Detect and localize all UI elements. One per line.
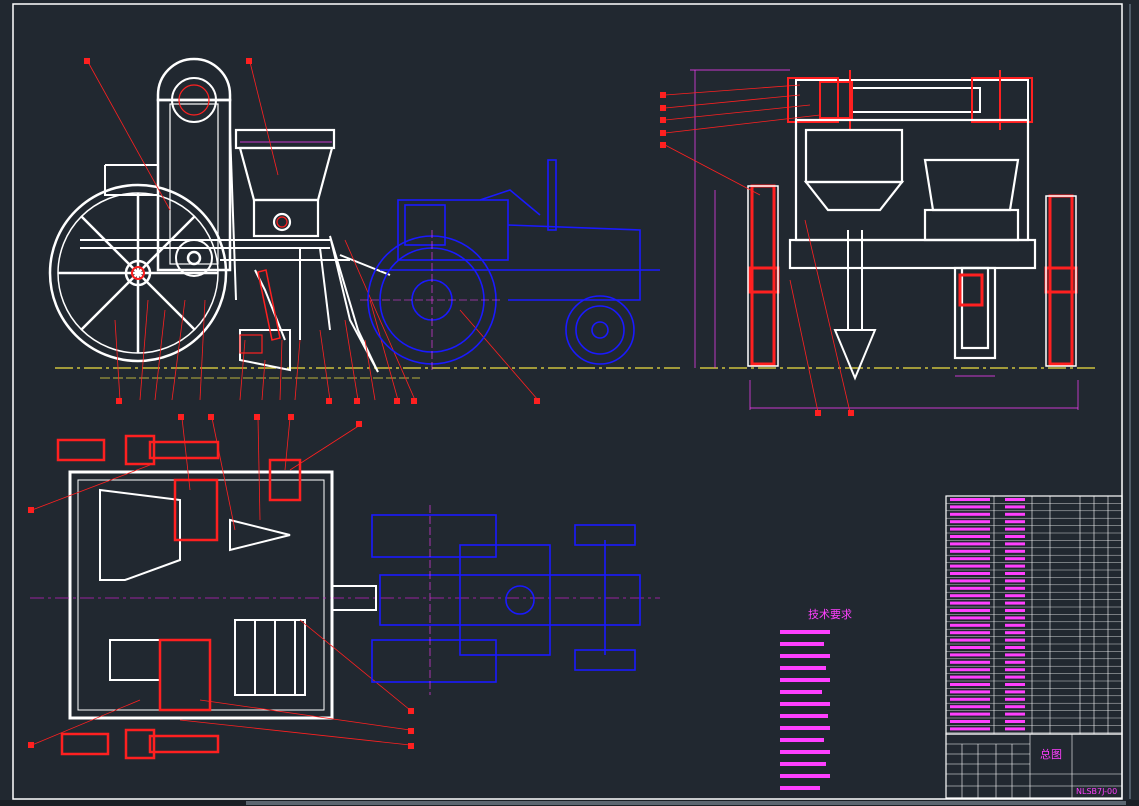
parts-row-code-mark (950, 675, 990, 679)
title-block: 总图 NLSB7J-00 (945, 733, 1123, 799)
parts-row-name-mark (1005, 542, 1025, 546)
parts-row-name-mark (1005, 594, 1025, 598)
side-view (48, 57, 680, 404)
parts-row-name-mark (1005, 535, 1025, 538)
top-view (28, 414, 660, 760)
parts-row-name-mark (1005, 498, 1025, 501)
front-beam (788, 238, 1037, 360)
parts-row-name-mark (1005, 668, 1025, 672)
parts-row-name-mark (1005, 557, 1025, 561)
parts-row-code-mark (950, 705, 990, 709)
parts-row-name-mark (1005, 683, 1025, 686)
parts-row-name-mark (1005, 512, 1025, 516)
top-hopper (99, 488, 306, 696)
parts-row-code-mark (950, 646, 990, 649)
drawing-frame (12, 3, 1123, 800)
parts-row-name-mark (1005, 660, 1025, 664)
parts-list-rows (946, 498, 1122, 733)
parts-row-name-mark (1005, 727, 1025, 731)
parts-row-code-mark (950, 668, 990, 672)
parts-row-code-mark (950, 690, 990, 694)
parts-row-code-mark (950, 512, 990, 516)
top-leaders (31, 417, 411, 746)
parts-row-name-mark (1005, 601, 1025, 605)
front-view (660, 69, 1095, 416)
ground-wheel (48, 183, 228, 363)
parts-row-code-mark (950, 505, 990, 509)
parts-row-name-mark (1005, 697, 1025, 701)
parts-row-code-mark (950, 712, 990, 716)
parts-row-name-mark (1005, 564, 1025, 568)
parts-row-code-mark (950, 498, 990, 501)
parts-row-code-mark (950, 683, 990, 686)
parts-row-name-mark (1005, 675, 1025, 679)
parts-list (945, 495, 1123, 735)
parts-row-code-mark (950, 535, 990, 538)
parts-row-code-mark (950, 631, 990, 635)
parts-row-code-mark (950, 572, 990, 575)
parts-row-name-mark (1005, 646, 1025, 649)
parts-row-code-mark (950, 527, 990, 531)
parts-row-code-mark (950, 564, 990, 568)
parts-row-name-mark (1005, 712, 1025, 716)
front-hoppers (794, 118, 1030, 242)
parts-row-name-mark (1005, 586, 1025, 590)
parts-row-name-mark (1005, 609, 1025, 612)
opener-shoe (239, 269, 291, 372)
parts-row-code-mark (950, 594, 990, 598)
parts-row-name-mark (1005, 653, 1025, 657)
parts-row-code-mark (950, 557, 990, 561)
parts-row-name-mark (1005, 705, 1025, 709)
metering-wheel-red (276, 216, 288, 228)
parts-row-code-mark (950, 542, 990, 546)
horizontal-scrollbar[interactable] (0, 800, 1139, 806)
cad-drawing-canvas[interactable]: 技术要求 总图 NLSB7J-00 (0, 0, 1139, 806)
top-balloons (28, 414, 414, 749)
parts-row-name-mark (1005, 549, 1025, 553)
parts-row-code-mark (950, 660, 990, 664)
parts-row-code-mark (950, 697, 990, 701)
parts-row-name-mark (1005, 527, 1025, 531)
drawing-number: NLSB7J-00 (1076, 787, 1117, 796)
parts-row-name-mark (1005, 505, 1025, 509)
parts-row-code-mark (950, 520, 990, 524)
parts-row-code-mark (950, 549, 990, 553)
top-frame (68, 470, 334, 720)
parts-row-name-mark (1005, 520, 1025, 524)
top-shaft (795, 79, 1029, 121)
notes-lines (780, 630, 830, 790)
notes-heading: 技术要求 (808, 608, 852, 621)
front-opener (833, 230, 877, 381)
side-leaders (87, 61, 539, 401)
parts-row-name-mark (1005, 616, 1025, 620)
front-wheel-outline (747, 185, 1077, 367)
parts-row-code-mark (950, 638, 990, 642)
fertilizer-hopper (234, 128, 336, 238)
parts-row-code-mark (950, 623, 990, 627)
parts-row-code-mark (950, 586, 990, 590)
drawing-name: 总图 (1040, 747, 1062, 761)
parts-row-code-mark (950, 601, 990, 605)
parts-row-name-mark (1005, 572, 1025, 575)
scrollbar-thumb[interactable] (246, 801, 1126, 805)
parts-row-code-mark (950, 579, 990, 583)
tractor-side (367, 159, 660, 365)
parts-row-name-mark (1005, 690, 1025, 694)
technical-notes: 技术要求 (780, 608, 852, 790)
parts-row-name-mark (1005, 623, 1025, 627)
top-frame-inner (77, 479, 325, 711)
parts-row-code-mark (950, 609, 990, 612)
parts-row-code-mark (950, 616, 990, 620)
parts-row-name-mark (1005, 631, 1025, 635)
parts-row-name-mark (1005, 638, 1025, 642)
parts-row-name-mark (1005, 720, 1025, 723)
press-wheel-red (239, 334, 263, 354)
parts-row-name-mark (1005, 579, 1025, 583)
tractor-top (371, 514, 641, 683)
parts-row-code-mark (950, 653, 990, 657)
parts-row-code-mark (950, 720, 990, 723)
parts-row-code-mark (950, 727, 990, 731)
